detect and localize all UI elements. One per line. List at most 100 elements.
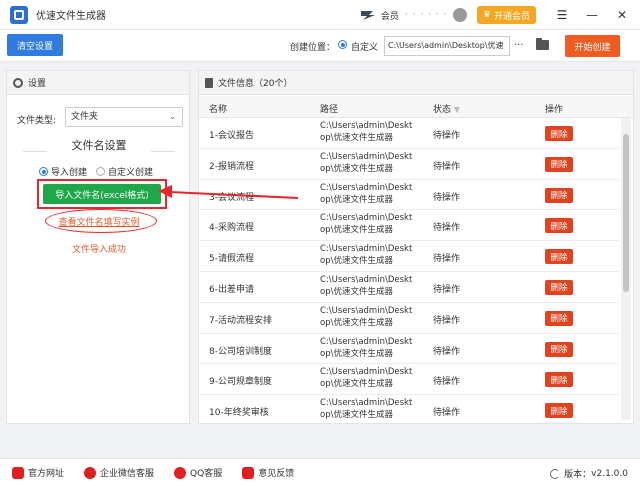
row-name: 3-会议流程 xyxy=(209,192,254,203)
row-name: 4-采购流程 xyxy=(209,223,254,234)
user-name-masked: · · · · · · xyxy=(404,10,448,20)
row-name: 10-年终奖审核 xyxy=(209,408,269,419)
delete-button[interactable]: 删除 xyxy=(545,187,573,203)
location-custom-label: 自定义 xyxy=(351,43,379,53)
location-custom-radio[interactable] xyxy=(338,40,347,49)
row-path-line2: op\优速文件生成器 xyxy=(320,133,393,143)
scrollbar-thumb[interactable] xyxy=(623,134,629,292)
column-name: 名称 xyxy=(209,105,228,115)
row-path-line2: op\优速文件生成器 xyxy=(320,379,393,390)
clear-settings-button[interactable]: 清空设置 xyxy=(7,34,63,56)
vip-label: 开通会员 xyxy=(493,11,530,22)
row-status: 待操作 xyxy=(433,377,461,388)
brand-logo-icon xyxy=(360,11,375,20)
import-filenames-button[interactable]: 导入文件名(excel格式) xyxy=(43,184,161,204)
file-info-panel: 文件信息（20个） 名称 路径 状态 操作 1-会议报告 C:\Users\adm… xyxy=(198,70,634,424)
view-example-link[interactable]: 查看文件名填写实例 xyxy=(7,215,191,228)
delete-button[interactable]: 删除 xyxy=(545,403,573,419)
option-custom[interactable]: 自定义创建 xyxy=(96,165,153,178)
footer: 官方网址 企业微信客服 QQ客服 意见反馈 版本： v2.1.0.0 xyxy=(0,458,640,486)
row-path-line2: op\优速文件生成器 xyxy=(320,163,393,174)
close-button[interactable]: ✕ xyxy=(610,3,634,27)
row-path: C:\Users\admin\Deskt op\优速文件生成器 xyxy=(320,151,412,175)
table-row: 9-公司规章制度 C:\Users\admin\Deskt op\优速文件生成器 待操… xyxy=(199,364,619,396)
row-path-line1: C:\Users\admin\Deskt xyxy=(320,182,413,193)
row-path: C:\Users\admin\Deskt op\优速文件生成器 xyxy=(320,336,412,360)
feedback-link[interactable]: 意见反馈 xyxy=(242,466,294,479)
row-path: C:\Users\admin\Deskt op\优速文件生成器 xyxy=(320,243,412,267)
settings-title: 设置 xyxy=(28,79,47,89)
vip-button[interactable]: ♛ 开通会员 xyxy=(476,6,536,24)
delete-button[interactable]: 删除 xyxy=(545,372,573,388)
folder-icon[interactable] xyxy=(536,38,549,50)
gear-icon xyxy=(13,77,23,88)
menu-button[interactable]: ☰ xyxy=(550,3,574,27)
file-type-select[interactable]: 文件夹 ⌄ xyxy=(65,107,183,127)
table-row: 7-活动流程安排 C:\Users\admin\Deskt op\优速文件生成器 待操… xyxy=(199,303,619,334)
file-info-title: 文件信息（20个） xyxy=(218,79,293,89)
version-info[interactable]: 版本： v2.1.0.0 xyxy=(550,467,628,480)
row-name: 2-报销流程 xyxy=(209,161,254,172)
filter-icon[interactable] xyxy=(454,106,461,113)
option-custom-label: 自定义创建 xyxy=(108,168,154,178)
row-status: 待操作 xyxy=(433,254,461,265)
row-path: C:\Users\admin\Deskt op\优速文件生成器 xyxy=(320,212,412,236)
row-name: 8-公司培训制度 xyxy=(209,346,272,357)
file-info-header: 文件信息（20个） xyxy=(199,71,633,95)
row-path-line1: C:\Users\admin\Deskt xyxy=(320,398,413,409)
column-status[interactable]: 状态 xyxy=(433,102,461,115)
import-status-text: 文件导入成功 xyxy=(71,245,126,255)
row-status: 待操作 xyxy=(433,161,461,172)
feedback-label: 意见反馈 xyxy=(258,469,295,479)
table-row: 8-公司培训制度 C:\Users\admin\Deskt op\优速文件生成器 待操… xyxy=(199,334,619,365)
row-status: 待操作 xyxy=(433,223,461,234)
option-import-label: 导入创建 xyxy=(51,168,88,178)
delete-button[interactable]: 删除 xyxy=(545,279,573,295)
delete-button[interactable]: 删除 xyxy=(545,341,573,357)
minimize-button[interactable]: — xyxy=(580,3,604,27)
table-row: 3-会议流程 C:\Users\admin\Deskt op\优速文件生成器 待操作 删… xyxy=(199,180,619,211)
user-avatar[interactable] xyxy=(452,8,467,22)
chevron-down-icon: ⌄ xyxy=(169,112,176,121)
delete-button[interactable]: 删除 xyxy=(545,126,573,141)
delete-button[interactable]: 删除 xyxy=(545,218,573,234)
table-row: 10-年终奖审核 C:\Users\admin\Deskt op\优速文件生成器 待操… xyxy=(199,395,619,423)
row-status: 待操作 xyxy=(433,192,461,203)
delete-button[interactable]: 删除 xyxy=(545,249,573,265)
close-icon: ✕ xyxy=(616,8,628,22)
column-action: 操作 xyxy=(545,105,564,115)
qq-icon xyxy=(174,466,187,479)
wechat-service-link[interactable]: 企业微信客服 xyxy=(84,466,154,479)
custom-radio[interactable] xyxy=(96,167,105,176)
row-name: 6-出差申请 xyxy=(209,284,254,295)
row-status: 待操作 xyxy=(433,284,461,295)
import-radio[interactable] xyxy=(39,167,48,176)
row-status: 待操作 xyxy=(433,131,461,141)
feedback-icon xyxy=(242,466,255,479)
option-import[interactable]: 导入创建 xyxy=(39,165,87,178)
row-name: 9-公司规章制度 xyxy=(209,377,272,388)
start-create-button[interactable]: 开始创建 xyxy=(565,35,620,57)
qq-service-link[interactable]: QQ客服 xyxy=(174,466,222,479)
table-scrollbar[interactable] xyxy=(621,118,631,420)
row-path: C:\Users\admin\Deskt op\优速文件生成器 xyxy=(320,305,412,329)
website-link[interactable]: 官方网址 xyxy=(12,466,64,479)
browse-more-button[interactable]: ··· xyxy=(514,40,524,51)
wechat-label: 企业微信客服 xyxy=(100,469,155,479)
settings-header: 设置 xyxy=(7,71,189,95)
delete-button[interactable]: 删除 xyxy=(545,310,573,326)
row-name: 5-请假流程 xyxy=(209,254,254,265)
table-row: 4-采购流程 C:\Users\admin\Deskt op\优速文件生成器 待操作 删… xyxy=(199,210,619,242)
title-bar: 优速文件生成器 会员 · · · · · · ♛ 开通会员 ☰ — ✕ xyxy=(0,0,640,30)
row-status: 待操作 xyxy=(433,315,461,326)
row-status: 待操作 xyxy=(433,408,461,419)
website-label: 官方网址 xyxy=(28,469,65,479)
row-path-line1: C:\Users\admin\Deskt xyxy=(320,367,413,378)
delete-button[interactable]: 删除 xyxy=(545,156,573,172)
minimize-icon: — xyxy=(586,8,598,22)
row-path-line1: C:\Users\admin\Deskt xyxy=(320,336,413,347)
row-path-line2: op\优速文件生成器 xyxy=(320,286,393,297)
row-path: C:\Users\admin\Deskt op\优速文件生成器 xyxy=(320,397,412,421)
location-path-input[interactable]: C:\Users\admin\Desktop\优速 xyxy=(384,36,510,56)
row-path: C:\Users\admin\Deskt op\优速文件生成器 xyxy=(320,274,412,298)
